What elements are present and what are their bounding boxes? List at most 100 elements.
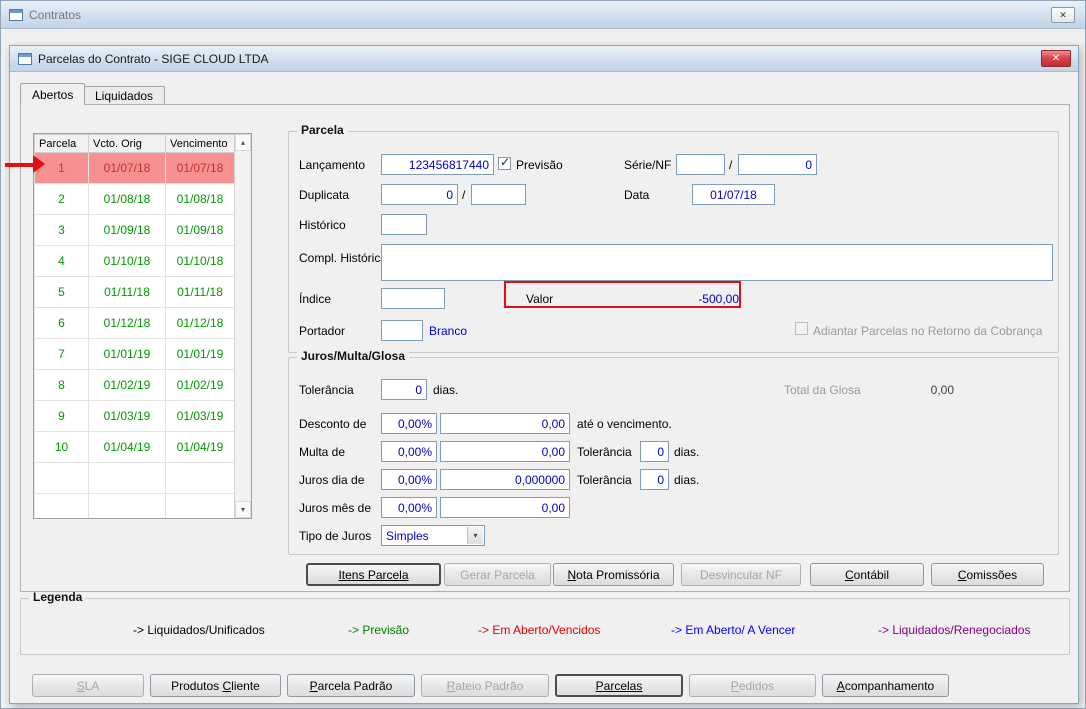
grid-body: 1 01/07/18 01/07/18 2 01/08/18 01/08/18 3 01/09… bbox=[34, 152, 235, 518]
legend-item-1: -> Previsão bbox=[348, 623, 410, 637]
window-contratos: Contratos ✕ Parcelas do Contrato - SIGE … bbox=[0, 0, 1086, 709]
grid-row-1[interactable]: 1 01/07/18 01/07/18 bbox=[34, 152, 235, 184]
adiantar-parcelas-checkbox bbox=[795, 322, 808, 335]
grid-header-vcto-orig: Vcto. Orig bbox=[88, 134, 166, 153]
parcela-groupbox-title: Parcela bbox=[297, 123, 348, 137]
juros-dia-value-field[interactable]: 0,000000 bbox=[440, 469, 570, 490]
lancamento-label: Lançamento bbox=[299, 158, 366, 172]
desvincular-nf-button: Desvincular NF bbox=[681, 563, 801, 586]
grid-row-9[interactable]: 9 01/03/19 01/03/19 bbox=[34, 400, 235, 432]
dialog-title: Parcelas do Contrato - SIGE CLOUD LTDA bbox=[38, 51, 269, 66]
ate-vencimento-label: até o vencimento. bbox=[577, 417, 672, 431]
legend-groupbox: Legenda -> Liquidados/Unificados -> Previ… bbox=[20, 590, 1070, 655]
portador-description: Branco bbox=[429, 324, 468, 338]
comissoes-button[interactable]: Comissões bbox=[931, 563, 1044, 586]
itens-parcela-button[interactable]: Itens Parcela bbox=[306, 563, 441, 586]
juros-multa-glosa-groupbox: Juros/Multa/Glosa Tolerância 0 dias. Tot… bbox=[288, 349, 1059, 555]
compl-historico-field[interactable] bbox=[381, 244, 1053, 281]
desconto-percent-field[interactable]: 0,00% bbox=[381, 413, 437, 434]
duplicata-separator: / bbox=[462, 188, 466, 202]
serie-nf-label: Série/NF bbox=[624, 158, 672, 172]
parcela-groupbox: Parcela Lançamento 123456817440 Previsão… bbox=[288, 123, 1059, 353]
scroll-up-icon[interactable]: ▴ bbox=[235, 134, 251, 151]
tolerancia-dias-label: dias. bbox=[433, 383, 459, 397]
juros-dia-tolerancia-label: Tolerância bbox=[577, 473, 632, 487]
tab-liquidados[interactable]: Liquidados bbox=[83, 86, 166, 104]
grid-scrollbar[interactable]: ▴ ▾ bbox=[234, 134, 251, 518]
portador-label: Portador bbox=[299, 324, 346, 338]
juros-mes-value-field[interactable]: 0,00 bbox=[440, 497, 570, 518]
grid-row-5[interactable]: 5 01/11/18 01/11/18 bbox=[34, 276, 235, 308]
previsao-checkbox[interactable] bbox=[498, 155, 511, 170]
tolerancia-field[interactable]: 0 bbox=[381, 379, 427, 400]
grid-row-7[interactable]: 7 01/01/19 01/01/19 bbox=[34, 338, 235, 370]
tipo-juros-select[interactable]: Simples ▾ bbox=[381, 525, 485, 546]
grid-row-2[interactable]: 2 01/08/18 01/08/18 bbox=[34, 183, 235, 215]
total-glosa-value: 0,00 bbox=[930, 383, 954, 397]
rateio-padrao-button: Rateio Padrão bbox=[421, 674, 549, 697]
acompanhamento-button[interactable]: Acompanhamento bbox=[822, 674, 949, 697]
window-close-icon[interactable]: ✕ bbox=[1051, 7, 1075, 23]
desconto-value-field[interactable]: 0,00 bbox=[440, 413, 570, 434]
duplicata-field-2[interactable] bbox=[471, 184, 526, 205]
tab-page-abertos: Parcela Vcto. Orig Vencimento 1 01/07/18 0… bbox=[20, 104, 1070, 592]
legend-item-4: -> Liquidados/Renegociados bbox=[878, 623, 1031, 637]
grid-row-8[interactable]: 8 01/02/19 01/02/19 bbox=[34, 369, 235, 401]
serie-nf-separator: / bbox=[729, 158, 733, 172]
grid-header-vencimento: Vencimento bbox=[165, 134, 235, 153]
tipo-juros-label: Tipo de Juros bbox=[299, 529, 372, 543]
indice-field[interactable] bbox=[381, 288, 445, 309]
scroll-down-icon[interactable]: ▾ bbox=[235, 501, 251, 518]
portador-field[interactable] bbox=[381, 320, 423, 341]
historico-field[interactable] bbox=[381, 214, 427, 235]
parcela-padrao-button[interactable]: Parcela Padrão bbox=[287, 674, 415, 697]
grid-header-parcela: Parcela bbox=[34, 134, 89, 153]
annotation-red-arrow bbox=[5, 163, 34, 167]
window-titlebar[interactable]: Contratos ✕ bbox=[1, 1, 1085, 29]
multa-percent-field[interactable]: 0,00% bbox=[381, 441, 437, 462]
dialog-parcelas-contrato: Parcelas do Contrato - SIGE CLOUD LTDA ✕… bbox=[9, 45, 1079, 704]
legend-title: Legenda bbox=[29, 590, 87, 604]
juros-dia-label: Juros dia de bbox=[299, 473, 365, 487]
nota-promissoria-button[interactable]: Nota Promissória bbox=[553, 563, 674, 586]
juros-dia-tolerancia-field[interactable]: 0 bbox=[640, 469, 669, 490]
previsao-label: Previsão bbox=[516, 158, 563, 172]
parcelas-button[interactable]: Parcelas bbox=[555, 674, 683, 697]
contabil-button[interactable]: Contábil bbox=[810, 563, 924, 586]
juros-mes-percent-field[interactable]: 0,00% bbox=[381, 497, 437, 518]
sla-button: SLA bbox=[32, 674, 144, 697]
lancamento-field[interactable]: 123456817440 bbox=[381, 154, 494, 175]
grid-row-10[interactable]: 10 01/04/19 01/04/19 bbox=[34, 431, 235, 463]
juros-groupbox-title: Juros/Multa/Glosa bbox=[297, 349, 410, 363]
multa-value-field[interactable]: 0,00 bbox=[440, 441, 570, 462]
bottom-buttons-row: SLA Produtos Cliente Parcela Padrão Rateio … bbox=[10, 674, 1078, 699]
grid-row-3[interactable]: 3 01/09/18 01/09/18 bbox=[34, 214, 235, 246]
juros-dia-percent-field[interactable]: 0,00% bbox=[381, 469, 437, 490]
juros-mes-label: Juros mês de bbox=[299, 501, 372, 515]
multa-tolerancia-field[interactable]: 0 bbox=[640, 441, 669, 462]
tipo-juros-selected-value: Simples bbox=[386, 528, 429, 543]
compl-historico-label: Compl. Histórico bbox=[299, 251, 388, 265]
grid-row-empty[interactable] bbox=[34, 462, 235, 494]
grid-row-4[interactable]: 4 01/10/18 01/10/18 bbox=[34, 245, 235, 277]
duplicata-field[interactable]: 0 bbox=[381, 184, 458, 205]
tab-abertos[interactable]: Abertos bbox=[20, 83, 86, 105]
desconto-label: Desconto de bbox=[299, 417, 367, 431]
nf-field[interactable]: 0 bbox=[738, 154, 817, 175]
annotation-red-arrow-head bbox=[33, 155, 45, 173]
produtos-cliente-button[interactable]: Produtos Cliente bbox=[150, 674, 281, 697]
juros-dia-dias-label: dias. bbox=[674, 473, 700, 487]
tolerancia-label: Tolerância bbox=[299, 383, 354, 397]
dropdown-arrow-icon[interactable]: ▾ bbox=[467, 527, 483, 544]
grid-row-6[interactable]: 6 01/12/18 01/12/18 bbox=[34, 307, 235, 339]
adiantar-parcelas-label: Adiantar Parcelas no Retorno da Cobrança bbox=[813, 324, 1043, 338]
multa-tolerancia-label: Tolerância bbox=[577, 445, 632, 459]
legend-item-3: -> Em Aberto/ A Vencer bbox=[671, 623, 796, 637]
dialog-close-icon[interactable]: ✕ bbox=[1041, 50, 1071, 67]
app-icon bbox=[9, 8, 23, 21]
data-label: Data bbox=[624, 188, 650, 202]
grid-row-empty[interactable] bbox=[34, 493, 235, 518]
dialog-titlebar[interactable]: Parcelas do Contrato - SIGE CLOUD LTDA ✕ bbox=[10, 46, 1078, 72]
data-field[interactable]: 01/07/18 bbox=[692, 184, 775, 205]
serie-field[interactable] bbox=[676, 154, 725, 175]
